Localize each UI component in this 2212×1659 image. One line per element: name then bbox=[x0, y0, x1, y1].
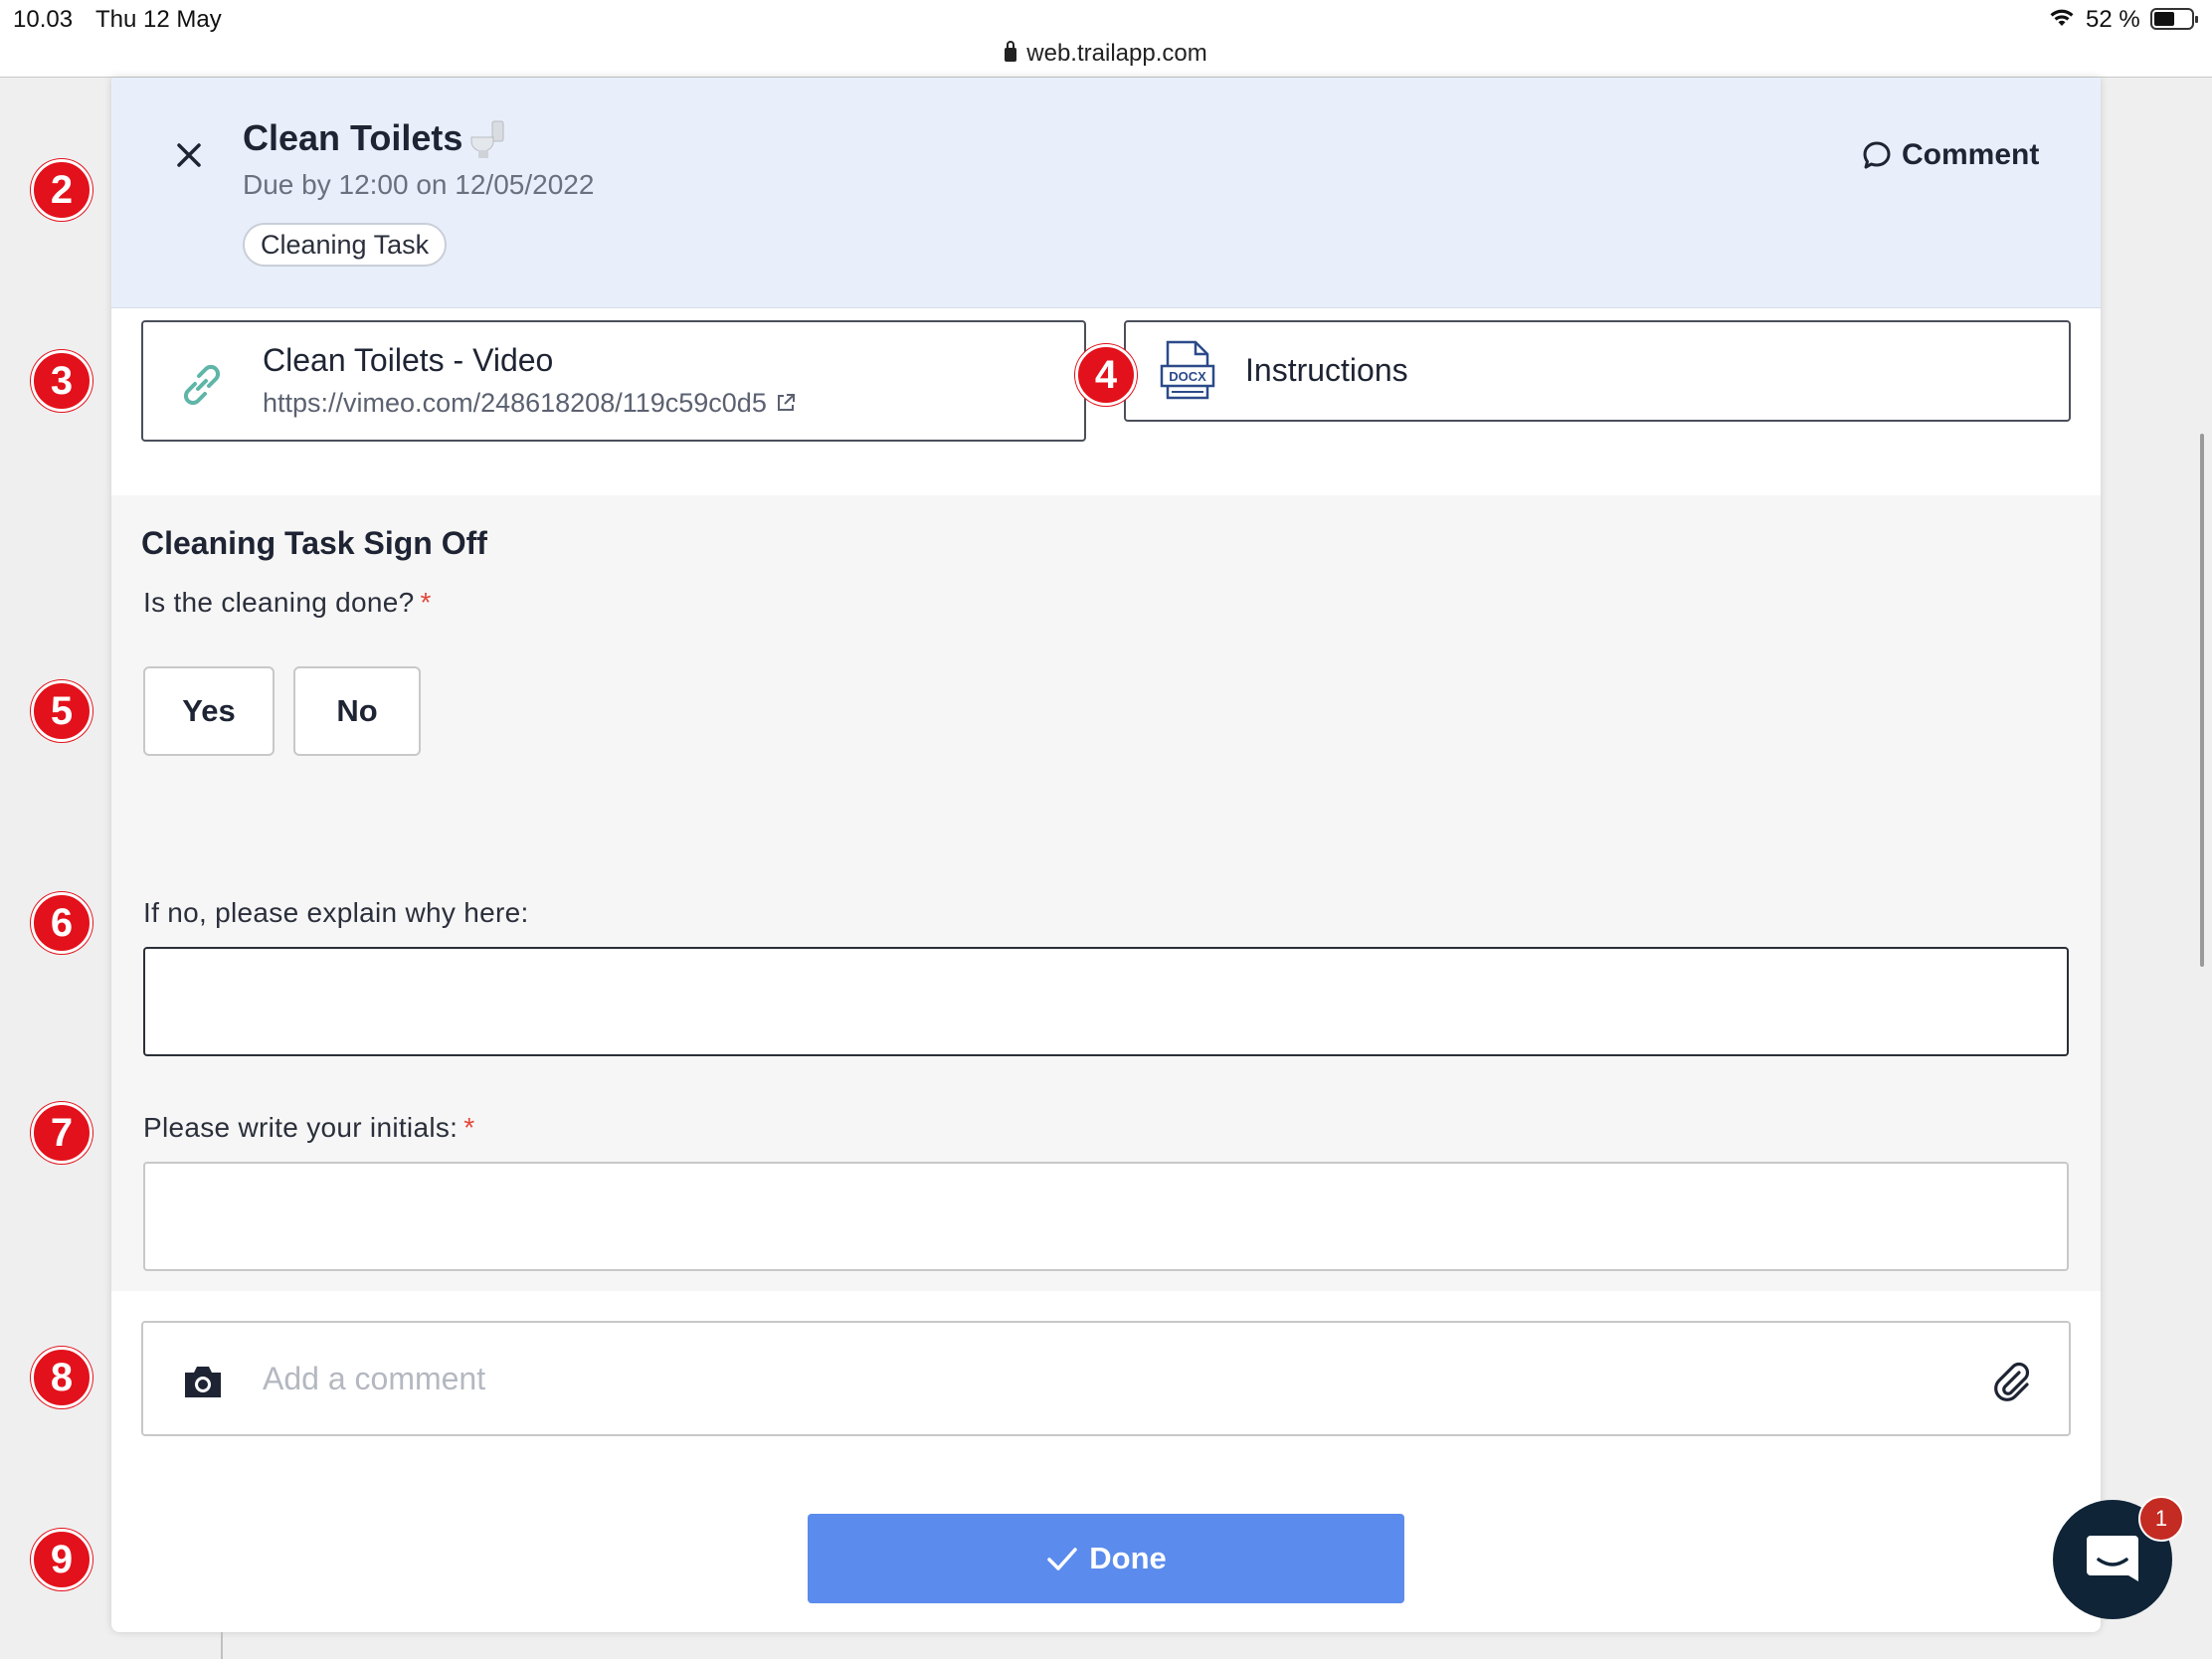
docx-file-icon: DOCX bbox=[1160, 340, 1215, 400]
initials-field[interactable] bbox=[143, 1162, 2069, 1271]
address-url: web.trailapp.com bbox=[1026, 40, 1207, 67]
explain-why-label: If no, please explain why here: bbox=[143, 897, 529, 928]
step-badge: 8 bbox=[31, 1347, 92, 1408]
camera-icon[interactable] bbox=[181, 1363, 225, 1400]
checkmark-icon bbox=[1047, 1548, 1077, 1570]
paperclip-icon[interactable] bbox=[1991, 1359, 2033, 1402]
scrollbar[interactable] bbox=[2200, 434, 2204, 967]
instructions-docx-attachment[interactable]: DOCX Instructions bbox=[1124, 320, 2071, 422]
address-bar[interactable]: web.trailapp.com bbox=[0, 40, 2212, 68]
task-title: Clean Toilets bbox=[243, 117, 463, 158]
step-badge: 7 bbox=[31, 1102, 92, 1164]
initials-label: Please write your initials: * bbox=[143, 1112, 474, 1144]
form-section-title: Cleaning Task Sign Off bbox=[141, 525, 487, 561]
done-button-label: Done bbox=[1089, 1541, 1167, 1575]
video-link-attachment[interactable]: Clean Toilets - Video https://vimeo.com/… bbox=[141, 320, 1086, 442]
done-button[interactable]: Done bbox=[808, 1514, 1404, 1603]
initials-label-text: Please write your initials: bbox=[143, 1112, 459, 1143]
sign-off-form: Cleaning Task Sign Off Is the cleaning d… bbox=[111, 495, 2101, 1291]
comment-bubble-icon bbox=[1863, 141, 1891, 169]
status-time: 10.03 bbox=[13, 6, 74, 33]
comment-input[interactable] bbox=[263, 1353, 1953, 1404]
status-date: Thu 12 May bbox=[95, 6, 222, 33]
battery-icon bbox=[2150, 8, 2198, 30]
explain-why-field[interactable] bbox=[143, 947, 2069, 1056]
status-bar: 10.03 Thu 12 May web.trailapp.com 52 % bbox=[0, 0, 2212, 78]
instructions-title: Instructions bbox=[1245, 352, 1408, 388]
close-icon[interactable] bbox=[169, 135, 209, 175]
required-marker: * bbox=[420, 587, 432, 618]
task-due-date: Due by 12:00 on 12/05/2022 bbox=[243, 169, 595, 200]
wifi-icon bbox=[2050, 9, 2074, 26]
docx-file-type: DOCX bbox=[1169, 369, 1206, 384]
task-header: Clean Toilets Due by 12:00 on 12/05/2022… bbox=[111, 78, 2101, 308]
comment-button[interactable]: Comment bbox=[1862, 133, 2039, 177]
step-badge: 4 bbox=[1075, 344, 1137, 406]
task-category-tag: Cleaning Task bbox=[243, 223, 448, 267]
cleaning-done-question-text: Is the cleaning done? bbox=[143, 587, 415, 618]
step-badge: 5 bbox=[31, 680, 92, 742]
lock-icon bbox=[1005, 41, 1017, 62]
video-link-url-text: https://vimeo.com/248618208/119c59c0d5 bbox=[263, 388, 767, 418]
step-badge: 6 bbox=[31, 892, 92, 954]
comment-composer bbox=[141, 1321, 2071, 1436]
chat-icon bbox=[2087, 1536, 2138, 1581]
video-link-url[interactable]: https://vimeo.com/248618208/119c59c0d5 bbox=[263, 388, 797, 419]
required-marker: * bbox=[463, 1112, 475, 1143]
no-button[interactable]: No bbox=[293, 666, 421, 756]
step-badge: 3 bbox=[31, 350, 92, 412]
external-link-icon bbox=[777, 394, 795, 411]
background-divider bbox=[221, 1632, 223, 1659]
cleaning-done-question: Is the cleaning done? * bbox=[143, 587, 432, 619]
video-link-title: Clean Toilets - Video bbox=[263, 342, 554, 378]
link-icon bbox=[183, 364, 221, 406]
task-sheet: Clean Toilets Due by 12:00 on 12/05/2022… bbox=[111, 78, 2101, 1632]
toilet-icon bbox=[470, 120, 504, 158]
comment-button-label: Comment bbox=[1902, 138, 2040, 171]
yes-button[interactable]: Yes bbox=[143, 666, 275, 756]
step-badge: 2 bbox=[31, 159, 92, 221]
unread-count-badge: 1 bbox=[2138, 1496, 2184, 1542]
step-badge: 9 bbox=[31, 1529, 92, 1590]
battery-percentage: 52 % bbox=[2086, 6, 2140, 33]
